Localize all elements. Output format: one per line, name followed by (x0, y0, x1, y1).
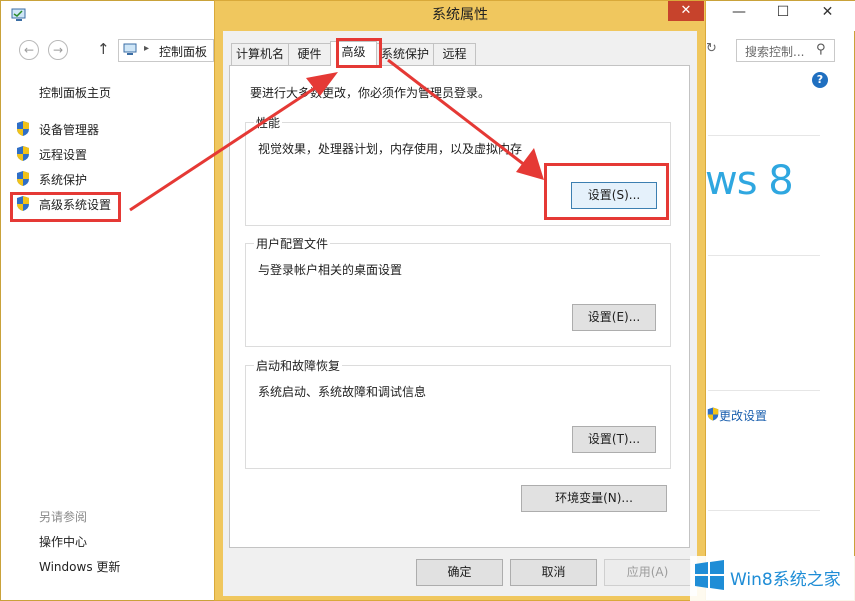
advanced-tab-page: 要进行大多数更改，你必须作为管理员登录。 性能 视觉效果，处理器计划，内存使用，… (229, 65, 690, 548)
startup-recovery-group: 启动和故障恢复 系统启动、系统故障和调试信息 设置(T)... (245, 357, 671, 469)
divider (708, 390, 820, 391)
dialog-body: 计算机名 硬件 高级 系统保护 远程 要进行大多数更改，你必须作为管理员登录。 … (223, 31, 697, 596)
cancel-button[interactable]: 取消 (510, 559, 597, 586)
divider (708, 510, 820, 511)
address-bar[interactable]: ▸ 控制面板 (118, 39, 214, 62)
watermark: Win8系统之家 (690, 556, 855, 601)
group-description: 系统启动、系统故障和调试信息 (258, 385, 427, 399)
sidebar-item-label: 系统保护 (39, 173, 88, 187)
startup-recovery-settings-button[interactable]: 设置(T)... (572, 426, 656, 453)
maximize-button[interactable]: ☐ (761, 1, 805, 25)
group-title: 性能 (254, 114, 283, 131)
change-settings-label: 更改设置 (719, 409, 768, 423)
highlight-box-performance-settings (544, 163, 669, 220)
watermark-text: Win8系统之家 (730, 570, 841, 590)
admin-note: 要进行大多数更改，你必须作为管理员登录。 (250, 86, 491, 100)
user-profiles-settings-button[interactable]: 设置(E)... (572, 304, 656, 331)
tab-hardware[interactable]: 硬件 (288, 43, 331, 65)
forward-arrow-icon[interactable]: → (48, 40, 68, 60)
see-also-windows-update[interactable]: Windows 更新 (39, 558, 120, 575)
system-computer-icon (11, 8, 26, 21)
environment-variables-button[interactable]: 环境变量(N)... (521, 485, 667, 512)
search-placeholder: 搜索控制... (745, 45, 805, 59)
divider (708, 255, 820, 256)
apply-button[interactable]: 应用(A) (604, 559, 691, 586)
up-arrow-icon[interactable]: ↑ (97, 40, 110, 58)
highlight-box-advanced-settings (10, 192, 121, 222)
uac-shield-icon (707, 407, 719, 421)
tab-computer-name[interactable]: 计算机名 (231, 43, 289, 65)
windows-logo-icon (695, 560, 724, 590)
dialog-title: 系统属性 (432, 7, 488, 23)
divider (708, 135, 820, 136)
windows-logo-text: ws 8 (705, 158, 794, 204)
group-description: 与登录帐户相关的桌面设置 (258, 263, 403, 277)
see-also-action-center[interactable]: 操作中心 (39, 533, 87, 550)
group-description: 视觉效果，处理器计划，内存使用，以及虚拟内存 (258, 142, 523, 156)
tab-system-protection[interactable]: 系统保护 (376, 43, 434, 65)
dialog-close-button[interactable]: ✕ (668, 1, 704, 21)
sidebar-home-link[interactable]: 控制面板主页 (39, 84, 111, 101)
search-icon[interactable]: ⚲ (816, 42, 826, 57)
refresh-icon[interactable]: ↻ (706, 41, 717, 56)
sidebar: 控制面板主页 设备管理器 远程设置 系统保护 高级系统设置 另请参阅 操作中心 … (1, 65, 215, 601)
breadcrumb-separator-icon: ▸ (144, 43, 150, 54)
highlight-box-advanced-tab (336, 38, 382, 68)
ok-button[interactable]: 确定 (416, 559, 503, 586)
control-panel-icon (123, 43, 137, 55)
system-properties-dialog: 系统属性 ✕ 计算机名 硬件 高级 系统保护 远程 要进行大多数更改，你必须作为… (214, 0, 706, 601)
see-also-heading: 另请参阅 (39, 510, 88, 524)
group-title: 用户配置文件 (254, 235, 331, 252)
user-profiles-group: 用户配置文件 与登录帐户相关的桌面设置 设置(E)... (245, 235, 671, 347)
uac-shield-icon (17, 171, 29, 186)
sidebar-item-label: 远程设置 (39, 148, 88, 162)
search-input[interactable]: 搜索控制... ⚲ (736, 39, 835, 62)
sidebar-item-label: 设备管理器 (39, 123, 100, 137)
uac-shield-icon (17, 121, 29, 136)
close-button[interactable]: ✕ (805, 1, 850, 25)
group-title: 启动和故障恢复 (254, 357, 343, 374)
uac-shield-icon (17, 146, 29, 161)
back-arrow-icon[interactable]: ← (19, 40, 39, 60)
tab-remote[interactable]: 远程 (433, 43, 476, 65)
system-info-panel: ws 8 更改设置 (705, 65, 855, 601)
breadcrumb[interactable]: 控制面板 (159, 43, 207, 60)
minimize-button[interactable]: — (717, 1, 761, 25)
